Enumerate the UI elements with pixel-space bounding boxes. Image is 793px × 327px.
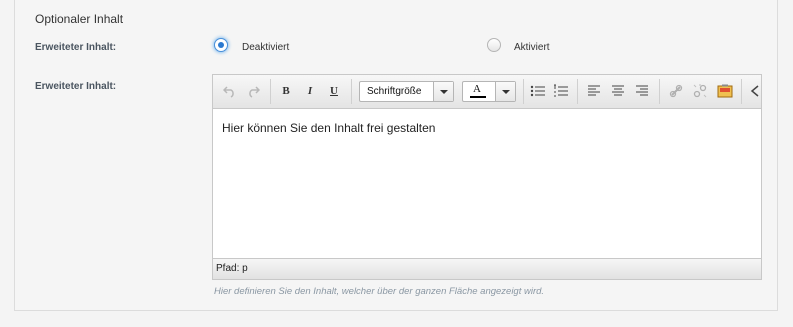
field-label-extended-content-editor: Erweiteter Inhalt:: [35, 81, 117, 92]
redo-icon[interactable]: [244, 82, 262, 100]
unlink-icon[interactable]: [691, 82, 709, 100]
code-icon[interactable]: [748, 82, 761, 100]
image-icon[interactable]: [716, 82, 734, 100]
align-center-icon[interactable]: [609, 82, 627, 100]
toolbar-separator: [577, 79, 578, 104]
text-color-label: A: [473, 83, 481, 95]
font-size-dropdown[interactable]: Schriftgröße: [359, 81, 454, 102]
underline-button[interactable]: U: [325, 82, 343, 100]
toolbar-separator: [659, 79, 660, 104]
text-color-swatch: [470, 96, 486, 98]
section-title: Optionaler Inhalt: [35, 12, 124, 26]
radio-activated[interactable]: [487, 38, 501, 52]
bullet-list-icon[interactable]: [529, 82, 547, 100]
chevron-down-icon[interactable]: [433, 82, 453, 101]
editor-content-area[interactable]: Hier können Sie den Inhalt frei gestalte…: [213, 109, 761, 259]
font-size-dropdown-label: Schriftgröße: [367, 86, 422, 97]
editor-toolbar: B I U Schriftgröße A: [213, 75, 761, 109]
undo-icon[interactable]: [221, 82, 239, 100]
toolbar-separator: [741, 79, 742, 104]
link-icon[interactable]: [667, 82, 685, 100]
radio-deactivated-label[interactable]: Deaktiviert: [242, 42, 289, 53]
radio-deactivated[interactable]: [214, 38, 228, 52]
numbered-list-icon[interactable]: [552, 82, 570, 100]
text-color-dropdown[interactable]: A: [462, 81, 516, 102]
toolbar-separator: [270, 79, 271, 104]
editor-status-bar: Pfad: p: [213, 258, 761, 279]
chevron-down-icon[interactable]: [495, 82, 515, 101]
editor-content-text[interactable]: Hier können Sie den Inhalt frei gestalte…: [222, 121, 435, 135]
field-label-extended-content-toggle: Erweiteter Inhalt:: [35, 42, 117, 53]
toolbar-separator: [351, 79, 352, 104]
editor-path: Pfad: p: [216, 263, 248, 274]
align-left-icon[interactable]: [585, 82, 603, 100]
align-right-icon[interactable]: [633, 82, 651, 100]
toolbar-separator: [523, 79, 524, 104]
italic-button[interactable]: I: [301, 82, 319, 100]
bold-button[interactable]: B: [277, 82, 295, 100]
help-text: Hier definieren Sie den Inhalt, welcher …: [214, 286, 545, 297]
rich-text-editor: B I U Schriftgröße A Hier können Sie den…: [212, 74, 762, 280]
radio-activated-label[interactable]: Aktiviert: [514, 42, 550, 53]
